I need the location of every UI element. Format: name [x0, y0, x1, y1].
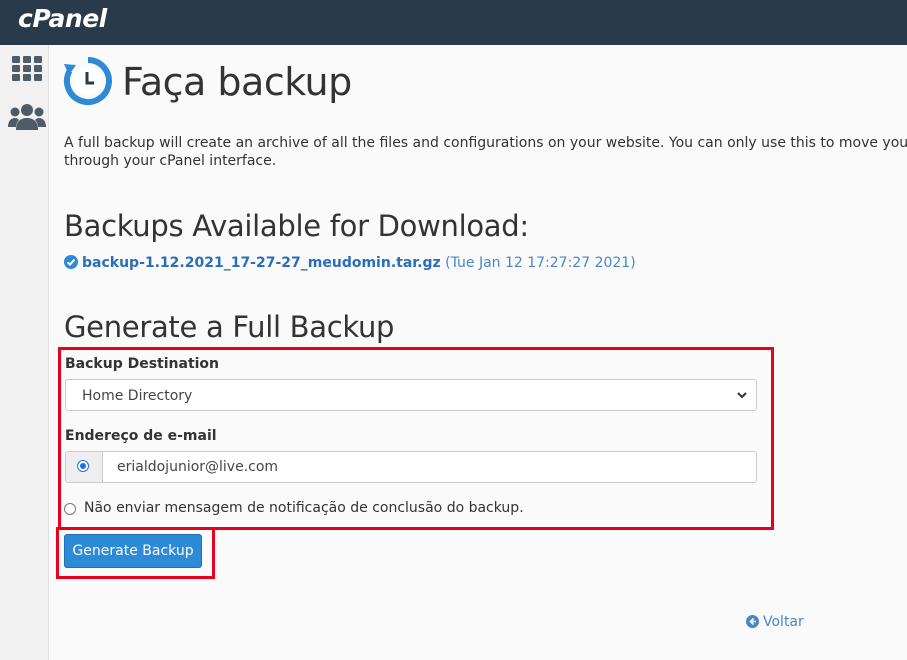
page-title: Faça backup [122, 60, 352, 104]
arrow-left-circle-icon [746, 615, 759, 628]
generate-backup-button[interactable]: Generate Backup [64, 534, 202, 568]
apps-grid-icon[interactable] [12, 56, 42, 81]
email-radio-addon [66, 452, 103, 482]
destination-select[interactable]: Home Directory [65, 379, 757, 411]
backup-clock-icon [63, 57, 112, 105]
destination-label: Backup Destination [65, 356, 220, 372]
email-field[interactable] [103, 452, 753, 482]
back-link[interactable]: Voltar [746, 614, 804, 630]
page-description: A full backup will create an archive of … [64, 134, 907, 170]
back-label: Voltar [763, 614, 804, 630]
users-icon[interactable] [8, 103, 46, 131]
backup-date: (Tue Jan 12 17:27:27 2021) [445, 255, 636, 271]
destination-selected-value: Home Directory [82, 388, 193, 404]
email-label: Endereço de e-mail [65, 428, 217, 444]
backup-download-link[interactable]: backup-1.12.2021_17-27-27_meudomin.tar.g… [82, 255, 441, 271]
cpanel-logo[interactable]: cPanel [18, 4, 107, 33]
no-notify-radio[interactable] [64, 503, 76, 515]
description-line-2: through your cPanel interface. [64, 153, 277, 169]
sidebar [0, 45, 49, 660]
check-circle-icon [64, 255, 78, 269]
top-bar: cPanel [0, 0, 907, 45]
downloads-heading: Backups Available for Download: [64, 209, 529, 243]
generate-heading: Generate a Full Backup [64, 310, 395, 344]
no-notify-label: Não enviar mensagem de notificação de co… [84, 500, 524, 516]
chevron-down-icon [737, 392, 747, 399]
backup-list-item: backup-1.12.2021_17-27-27_meudomin.tar.g… [64, 255, 636, 271]
email-radio[interactable] [77, 460, 89, 472]
email-input-group [65, 451, 757, 483]
description-line-1: A full backup will create an archive of … [64, 135, 907, 151]
